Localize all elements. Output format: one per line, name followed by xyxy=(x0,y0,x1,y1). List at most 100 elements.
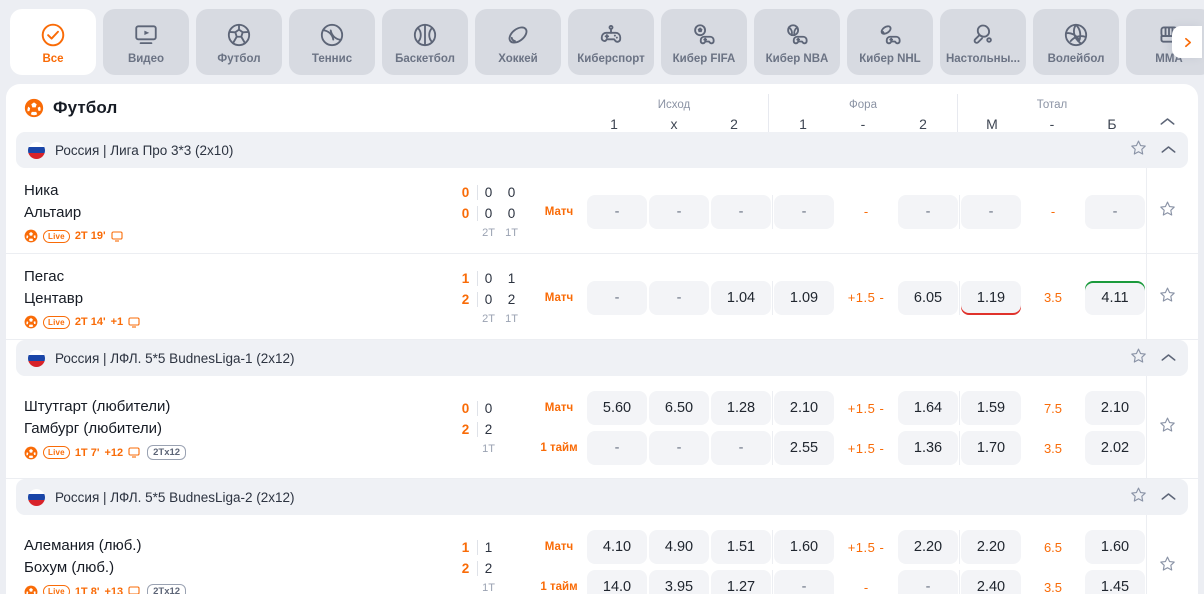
odds-cell[interactable]: - xyxy=(711,195,771,229)
odds-cell[interactable]: - xyxy=(898,570,958,594)
sport-tab-6[interactable]: Киберспорт xyxy=(568,9,654,75)
odds-cell[interactable]: 1.51 xyxy=(711,530,771,564)
odds-cell[interactable]: 2.10 xyxy=(774,391,834,425)
odds-cell[interactable]: 2.40 xyxy=(961,570,1021,594)
league-favorite-button[interactable] xyxy=(1130,486,1147,508)
odds-cell[interactable]: 1.60 xyxy=(774,530,834,564)
odds-cell[interactable]: - xyxy=(1085,195,1145,229)
soccer-ball-icon xyxy=(24,446,38,460)
match-odds: --1.041.09+1.5 -6.051.193.54.11 xyxy=(586,254,1146,339)
odds-cell[interactable]: 2.10 xyxy=(1085,391,1145,425)
tv-icon[interactable] xyxy=(128,586,140,594)
odds-cell[interactable]: 1.04 xyxy=(711,281,771,315)
league-collapse-button[interactable] xyxy=(1161,488,1176,506)
match-favorite-button[interactable] xyxy=(1146,254,1188,339)
league-header-0[interactable]: Россия | Лига Про 3*3 (2x10) xyxy=(16,132,1188,168)
sport-tab-1[interactable]: Видео xyxy=(103,9,189,75)
odds-cell[interactable]: 2.55 xyxy=(774,431,834,465)
sport-tab-2[interactable]: Футбол xyxy=(196,9,282,75)
star-icon xyxy=(1159,286,1176,308)
odds-cell[interactable]: - xyxy=(961,195,1021,229)
sport-tab-5[interactable]: Хоккей xyxy=(475,9,561,75)
odds-cell[interactable]: 2.02 xyxy=(1085,431,1145,465)
tv-icon[interactable] xyxy=(128,317,140,328)
match-teams[interactable]: Штутгарт (любители)Гамбург (любители)Liv… xyxy=(24,376,454,478)
odds-cell[interactable]: 1.27 xyxy=(711,570,771,594)
match-teams[interactable]: ПегасЦентаврLive2Т 14'+1 xyxy=(24,254,454,339)
odds-cell[interactable]: 1.09 xyxy=(774,281,834,315)
odds-cell: - xyxy=(836,570,896,594)
league-favorite-button[interactable] xyxy=(1130,139,1147,161)
market-group-name: Исход xyxy=(580,99,768,111)
tennis-ball-icon xyxy=(319,22,345,48)
match-row: Алемания (люб.)Бохум (люб.)Live1Т 8'+132… xyxy=(6,515,1198,594)
odds-cell[interactable]: 1.28 xyxy=(711,391,771,425)
sport-tab-8[interactable]: Кибер NBA xyxy=(754,9,840,75)
sport-tab-strip: ВсеВидеоФутболТеннисБаскетболХоккейКибер… xyxy=(0,0,1204,84)
odds-cell[interactable]: 1.60 xyxy=(1085,530,1145,564)
sport-tab-4[interactable]: Баскетбол xyxy=(382,9,468,75)
match-teams[interactable]: НикаАльтаирLive2Т 19' xyxy=(24,168,454,253)
odds-cell: - xyxy=(836,195,896,229)
odds-cell[interactable]: - xyxy=(774,195,834,229)
period-label: 1Т xyxy=(477,440,500,458)
sport-tab-11[interactable]: Волейбол xyxy=(1033,9,1119,75)
match-favorite-button[interactable] xyxy=(1146,376,1188,478)
odds-cell[interactable]: 1.59 xyxy=(961,391,1021,425)
odds-cell[interactable]: - xyxy=(898,195,958,229)
odds-cell[interactable]: - xyxy=(711,431,771,465)
star-icon xyxy=(1159,555,1176,572)
home-team-name: Алемания (люб.) xyxy=(24,535,454,557)
odds-cell[interactable]: 6.50 xyxy=(649,391,709,425)
odds-cell[interactable]: 14.0 xyxy=(587,570,647,594)
tv-icon[interactable] xyxy=(128,447,140,458)
match-teams[interactable]: Алемания (люб.)Бохум (люб.)Live1Т 8'+132… xyxy=(24,515,454,594)
odds-cell[interactable]: 2.20 xyxy=(961,530,1021,564)
odds-cell[interactable]: - xyxy=(649,281,709,315)
sport-tab-10[interactable]: Настольны... xyxy=(940,9,1026,75)
league-favorite-button[interactable] xyxy=(1130,347,1147,369)
odds-cell[interactable]: 1.70 xyxy=(961,431,1021,465)
odds-cell[interactable]: 2.20 xyxy=(898,530,958,564)
match-favorite-button[interactable] xyxy=(1146,168,1188,253)
odds-cell[interactable]: - xyxy=(774,570,834,594)
odds-cell[interactable]: - xyxy=(649,431,709,465)
sport-tabs-next-button[interactable] xyxy=(1172,26,1202,58)
match-favorite-button[interactable] xyxy=(1146,515,1188,594)
sport-tab-label: Кибер NBA xyxy=(766,53,829,65)
sport-tab-0[interactable]: Все xyxy=(10,9,96,75)
odds-cell[interactable]: 1.45 xyxy=(1085,570,1145,594)
league-collapse-button[interactable] xyxy=(1161,141,1176,159)
odds-cell: +1.5 - xyxy=(836,281,896,315)
odds-cell[interactable]: 1.19 xyxy=(961,281,1021,315)
chevron-up-icon xyxy=(1161,353,1176,362)
odds-cell[interactable]: 4.90 xyxy=(649,530,709,564)
odds-cell[interactable]: - xyxy=(649,195,709,229)
sport-tab-9[interactable]: Кибер NHL xyxy=(847,9,933,75)
odds-cell[interactable]: 1.36 xyxy=(898,431,958,465)
tv-icon[interactable] xyxy=(111,231,123,242)
league-header-1[interactable]: Россия | ЛФЛ. 5*5 BudnesLiga-1 (2x12) xyxy=(16,340,1188,376)
odds-cell[interactable]: 5.60 xyxy=(587,391,647,425)
collapse-sport-button[interactable] xyxy=(1146,117,1188,132)
sport-tab-7[interactable]: Кибер FIFA xyxy=(661,9,747,75)
odds-cell[interactable]: 3.95 xyxy=(649,570,709,594)
soccer-ball-icon xyxy=(24,229,38,243)
odds-cell[interactable]: 6.05 xyxy=(898,281,958,315)
odds-cell[interactable]: - xyxy=(587,195,647,229)
score-row-home: 11 xyxy=(454,537,532,558)
period-label: 1Т xyxy=(477,579,500,594)
sport-tab-3[interactable]: Теннис xyxy=(289,9,375,75)
league-header-2[interactable]: Россия | ЛФЛ. 5*5 BudnesLiga-2 (2x12) xyxy=(16,479,1188,515)
odds-cell[interactable]: 4.11 xyxy=(1085,281,1145,315)
odds-cell[interactable]: 4.10 xyxy=(587,530,647,564)
league-collapse-button[interactable] xyxy=(1161,349,1176,367)
sport-tab-label: Футбол xyxy=(217,53,260,65)
chevron-up-icon xyxy=(1161,492,1176,501)
away-period-score: 0 xyxy=(477,289,500,310)
odds-cell[interactable]: - xyxy=(587,281,647,315)
match-score: 00221Т xyxy=(454,376,532,478)
cyber-nhl-icon xyxy=(875,20,905,50)
odds-cell[interactable]: 1.64 xyxy=(898,391,958,425)
odds-cell[interactable]: - xyxy=(587,431,647,465)
